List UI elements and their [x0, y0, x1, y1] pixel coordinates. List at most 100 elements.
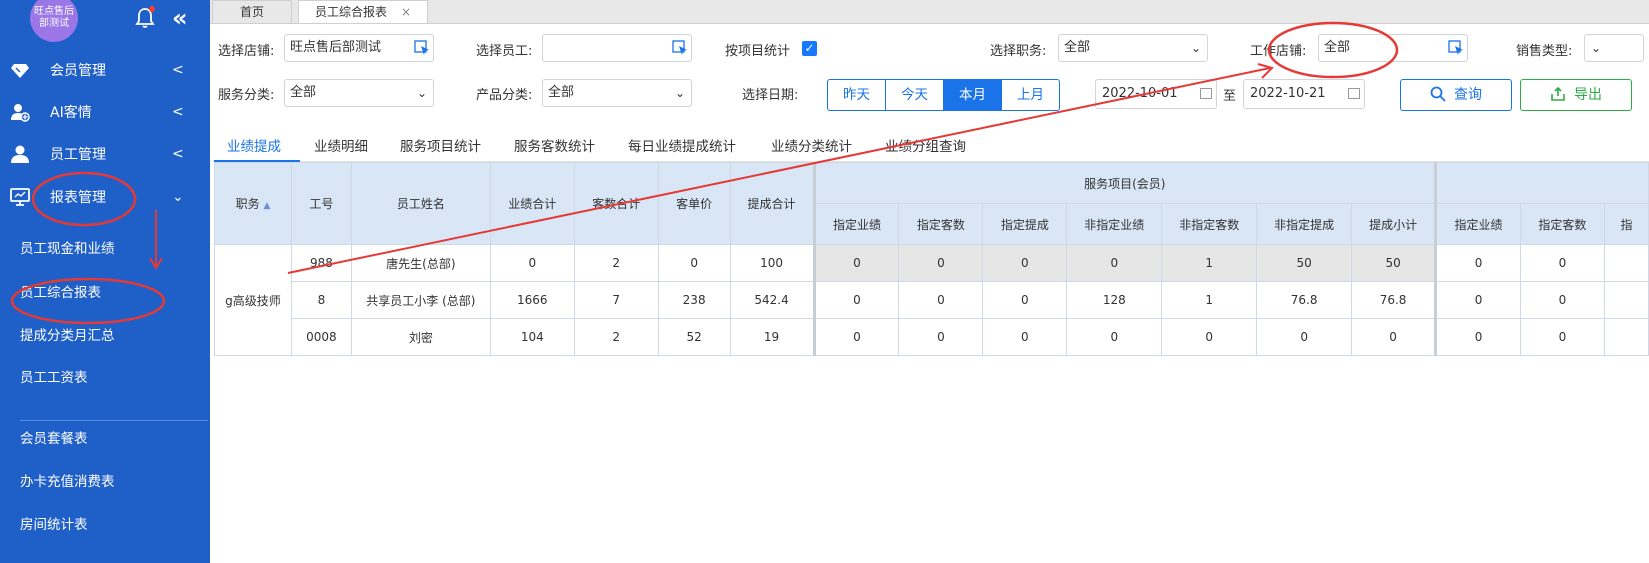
- search-icon: [1430, 86, 1446, 102]
- cell: 0: [1434, 281, 1521, 319]
- date-to-input[interactable]: 2022-10-21: [1243, 79, 1365, 109]
- date-from-value: 2022-10-01: [1102, 86, 1178, 101]
- cell: 0: [1519, 244, 1605, 282]
- submenu-employee-cash[interactable]: 员工现金和业绩: [20, 237, 115, 257]
- menu-member-management[interactable]: 会员管理 <: [0, 48, 210, 92]
- chevron-down-icon: ⌄: [1591, 41, 1602, 55]
- store-input[interactable]: 旺点售后部测试: [284, 34, 434, 62]
- tab-employee-report[interactable]: 员工综合报表 ×: [298, 0, 428, 23]
- submenu-commission-summary[interactable]: 提成分类月汇总: [20, 324, 115, 344]
- tab-service-client-stats[interactable]: 服务客数统计: [514, 135, 595, 155]
- tab-category-stats[interactable]: 业绩分类统计: [771, 135, 852, 155]
- tab-service-item-stats[interactable]: 服务项目统计: [400, 135, 481, 155]
- cell: 50: [1256, 244, 1353, 282]
- cell: 1: [1161, 281, 1258, 319]
- date-to-value: 2022-10-21: [1250, 86, 1326, 101]
- calendar-icon[interactable]: [1348, 88, 1360, 99]
- sales-type-label: 销售类型:: [1516, 44, 1573, 59]
- tab-daily-commission[interactable]: 每日业绩提成统计: [628, 135, 736, 155]
- cell: 0: [812, 244, 900, 282]
- col-avg: 客单价: [657, 162, 731, 245]
- user-icon: [11, 145, 29, 163]
- date-last-month-button[interactable]: 上月: [1002, 80, 1059, 110]
- employee-input[interactable]: [542, 34, 692, 62]
- chevron-down-icon: ⌄: [172, 189, 184, 205]
- cell: 52: [657, 318, 731, 356]
- service-cat-label: 服务分类:: [218, 88, 275, 103]
- work-store-input[interactable]: 全部: [1318, 34, 1468, 62]
- col-g1: 非指定业绩: [1066, 203, 1163, 245]
- cell: 104: [489, 318, 575, 356]
- table-row[interactable]: g高级技师 988 唐先生(总部) 0 2 0 100 0 0 0 0 1 50…: [214, 244, 1649, 356]
- pick-cursor-icon[interactable]: [414, 40, 430, 56]
- col-commission: 提成合计: [729, 162, 815, 245]
- pick-cursor-icon[interactable]: [672, 40, 688, 56]
- table-row[interactable]: 8 共享员工小李 (总部) 1666 7 238 542.4 0 0 0 128…: [215, 281, 1649, 319]
- cell: 542.4: [729, 281, 815, 319]
- cell: 0: [898, 281, 984, 319]
- submenu-salary[interactable]: 员工工资表: [20, 366, 88, 386]
- sort-icon[interactable]: ▲: [263, 201, 270, 211]
- submenu-room-stats[interactable]: 房间统计表: [20, 513, 88, 533]
- col-g1: 指定提成: [982, 203, 1068, 245]
- submenu-member-package[interactable]: 会员套餐表: [20, 427, 88, 447]
- by-item-checkbox[interactable]: ✓: [802, 41, 817, 56]
- menu-label: 会员管理: [50, 63, 106, 79]
- date-this-month-button[interactable]: 本月: [944, 80, 1002, 110]
- collapse-sidebar-icon[interactable]: «: [172, 6, 188, 30]
- submenu-card-recharge[interactable]: 办卡充值消费表: [20, 470, 115, 490]
- tab-home[interactable]: 首页: [212, 0, 292, 23]
- menu-label: AI客情: [50, 105, 92, 121]
- cell: 0008: [290, 318, 352, 356]
- menu-ai-customer[interactable]: AI客情 <: [0, 90, 210, 134]
- date-today-button[interactable]: 今天: [886, 80, 944, 110]
- cell: 0: [657, 244, 731, 282]
- col-position[interactable]: 职务 ▲: [214, 162, 292, 245]
- tab-performance-commission[interactable]: 业绩提成: [227, 135, 281, 155]
- tab-group-query[interactable]: 业绩分组查询: [885, 135, 966, 155]
- cell: 0: [812, 318, 900, 356]
- product-cat-select[interactable]: 全部 ⌄: [542, 79, 692, 107]
- menu-employee-management[interactable]: 员工管理 <: [0, 132, 210, 176]
- menu-report-management[interactable]: 报表管理 ⌄: [0, 175, 210, 219]
- calendar-icon[interactable]: [1200, 88, 1212, 99]
- export-button[interactable]: 导出: [1520, 79, 1632, 111]
- cell: 0: [982, 318, 1068, 356]
- cell: 0: [1519, 281, 1605, 319]
- chevron-down-icon: ⌄: [674, 86, 685, 100]
- col-id: 工号: [290, 162, 352, 245]
- sales-type-select[interactable]: ⌄: [1584, 34, 1644, 62]
- cell: 唐先生(总部): [350, 244, 491, 282]
- submenu-employee-report[interactable]: 员工综合报表: [20, 281, 101, 301]
- cell: 2: [573, 244, 659, 282]
- pick-cursor-icon[interactable]: [1448, 40, 1464, 56]
- cell: 128: [1066, 281, 1163, 319]
- col-total: 业绩合计: [489, 162, 575, 245]
- cell-role: g高级技师: [214, 244, 292, 356]
- close-icon[interactable]: ×: [401, 5, 411, 19]
- date-from-input[interactable]: 2022-10-01: [1095, 79, 1217, 109]
- col-g1: 提成小计: [1351, 203, 1437, 245]
- cell: 1666: [489, 281, 575, 319]
- export-icon: [1551, 86, 1565, 101]
- chevron-left-icon: <: [172, 104, 184, 120]
- date-yesterday-button[interactable]: 昨天: [828, 80, 886, 110]
- sidebar: 旺点售后部测试 « 会员管理 < AI客情 < 员工管理 < 报表管理 ⌄ 员工…: [0, 0, 210, 563]
- export-label: 导出: [1574, 87, 1602, 103]
- notification-dot: [149, 6, 155, 12]
- store-avatar[interactable]: 旺点售后部测试: [30, 0, 78, 42]
- chevron-down-icon: ⌄: [1190, 41, 1201, 55]
- cell: 0: [1351, 318, 1437, 356]
- tab-performance-detail[interactable]: 业绩明细: [314, 135, 368, 155]
- cell: 50: [1351, 244, 1437, 282]
- arrow-head: [1257, 63, 1274, 79]
- service-cat-select[interactable]: 全部 ⌄: [284, 79, 434, 107]
- table-row[interactable]: 0008 刘密 104 2 52 19 0 0 0 0 0 0 0 0 0: [215, 318, 1649, 356]
- position-select[interactable]: 全部 ⌄: [1058, 34, 1208, 62]
- query-button[interactable]: 查询: [1400, 79, 1512, 111]
- col-label: 职务: [235, 197, 260, 211]
- sidebar-divider: [20, 420, 208, 421]
- col-g1: 指定客数: [898, 203, 984, 245]
- cell: 988: [290, 244, 352, 282]
- chevron-left-icon: <: [172, 62, 184, 78]
